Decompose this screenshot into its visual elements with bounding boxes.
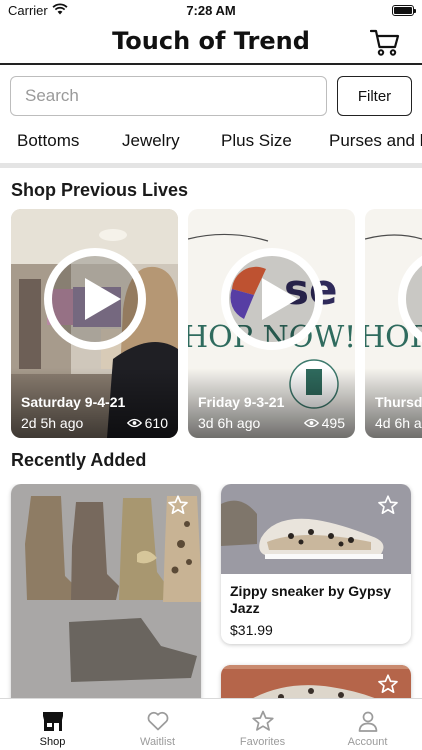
eye-icon [303,418,319,428]
live-video-card[interactable]: se HOP NOW! I Friday 9-3-21 3d 6h ago 49… [188,209,355,438]
search-input[interactable] [10,76,327,116]
nav-bar: Touch of Trend [0,22,422,65]
product-price: $31.99 [230,622,273,638]
live-time-ago: 4d 6h a [375,415,422,431]
product-name: Zippy sneaker by Gypsy Jazz [230,583,392,616]
product-card[interactable]: Zippy sneaker by Gypsy Jazz $31.99 [221,484,411,644]
play-icon[interactable] [43,248,146,350]
filter-button[interactable]: Filter [337,76,412,116]
play-icon[interactable] [220,248,323,350]
favorite-star-icon[interactable] [377,673,399,695]
tab-account[interactable]: Account [315,699,420,750]
live-video-card[interactable]: Saturday 9-4-21 2d 5h ago 610 [11,209,178,438]
tab-shop[interactable]: Shop [0,699,105,750]
tab-waitlist[interactable]: Waitlist [105,699,210,750]
heart-icon [147,711,169,731]
section-divider [0,163,422,168]
category-purses[interactable]: Purses and b [329,131,422,151]
previous-lives-heading: Shop Previous Lives [11,180,189,200]
eye-icon [126,418,142,428]
product-grid: Zippy sneaker by Gypsy Jazz $31.99 [0,484,422,698]
view-count-value: 610 [144,415,168,431]
live-time-ago: 3d 6h ago [198,415,261,431]
live-title: Thursda [375,394,422,410]
product-image [11,484,201,698]
view-count: 495 [303,415,345,431]
status-bar: Carrier 7:28 AM [0,0,422,22]
category-plus-size[interactable]: Plus Size [221,131,292,151]
tab-favorites[interactable]: Favorites [210,699,315,750]
view-count-value: 495 [321,415,345,431]
favorite-star-icon[interactable] [377,494,399,516]
live-time-ago: 2d 5h ago [21,415,84,431]
favorite-star-icon[interactable] [167,494,189,516]
star-icon [252,710,274,731]
tab-label: Shop [39,736,66,748]
tab-bar: Shop Waitlist Favorites Account [0,698,422,750]
view-count: 610 [126,415,168,431]
battery-icon [392,5,416,16]
category-jewelry[interactable]: Jewelry [122,131,180,151]
category-row: Bottoms Jewelry Plus Size Purses and b [0,127,422,163]
recently-added-heading: Recently Added [11,450,147,470]
app-title: Touch of Trend [112,27,310,55]
product-card[interactable] [221,665,411,698]
search-row: Filter [0,65,422,127]
cart-icon[interactable] [370,28,400,56]
live-title: Saturday 9-4-21 [21,394,126,410]
live-title: Friday 9-3-21 [198,394,285,410]
person-icon [358,711,378,732]
tab-label: Account [347,736,388,748]
category-bottoms[interactable]: Bottoms [17,131,79,151]
tab-label: Favorites [239,736,286,748]
live-video-card[interactable]: HOP Thursda 4d 6h a [365,209,422,438]
previous-lives-carousel: Saturday 9-4-21 2d 5h ago 610 se HOP NOW… [0,209,422,439]
tab-label: Waitlist [139,736,176,748]
storefront-icon [43,712,63,731]
clock: 7:28 AM [186,3,236,18]
product-card[interactable] [11,484,201,698]
